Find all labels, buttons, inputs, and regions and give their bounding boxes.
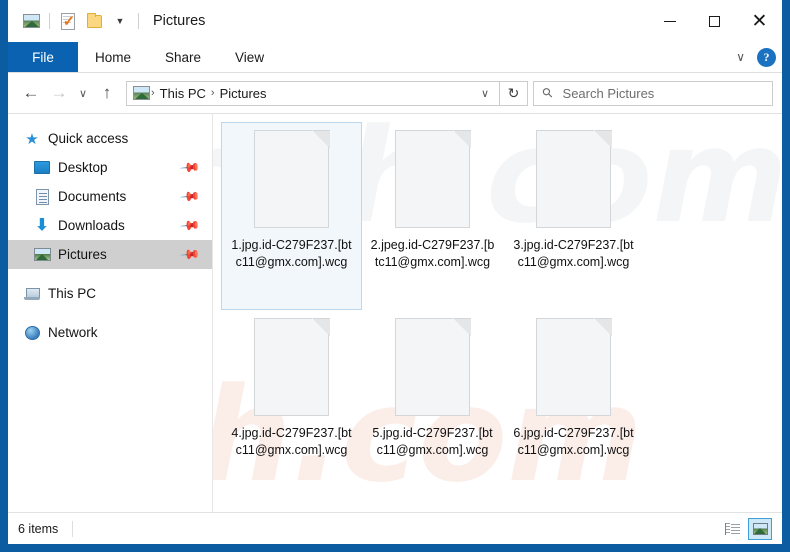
tab-view[interactable]: View <box>218 42 281 72</box>
item-count-label: 6 items <box>18 521 59 536</box>
tab-share[interactable]: Share <box>148 42 218 72</box>
pin-icon-documents[interactable]: 📌 <box>179 185 201 208</box>
up-button[interactable]: ↑ <box>93 79 121 107</box>
maximize-button[interactable] <box>692 0 737 42</box>
new-folder-icon[interactable] <box>81 8 107 34</box>
sidebar-label-quick-access: Quick access <box>48 131 129 146</box>
help-icon[interactable]: ? <box>757 47 776 67</box>
close-button[interactable]: ✕ <box>737 0 782 42</box>
customize-caret-icon[interactable]: ▼ <box>107 8 133 34</box>
pin-icon-pictures[interactable]: 📌 <box>179 243 201 266</box>
sidebar-item-desktop[interactable]: Desktop 📌 <box>8 153 212 182</box>
sidebar-item-quick-access[interactable]: ★ Quick access <box>8 124 212 153</box>
file-name-5: 5.jpg.id-C279F237.[btc11@gmx.com].wcg <box>372 426 493 457</box>
recent-locations-icon[interactable]: ∨ <box>73 79 93 107</box>
file-item-1[interactable]: 1.jpg.id-C279F237.[btc11@gmx.com].wcg <box>221 122 362 310</box>
tab-home[interactable]: Home <box>78 42 148 72</box>
tab-file[interactable]: File <box>8 42 78 72</box>
sidebar-item-downloads[interactable]: ⬇ Downloads 📌 <box>8 211 212 240</box>
search-input[interactable]: Search Pictures <box>563 86 655 101</box>
search-box[interactable]: ⚲ Search Pictures <box>533 80 773 106</box>
file-name-3: 3.jpg.id-C279F237.[btc11@gmx.com].wcg <box>513 238 634 269</box>
file-grid: 1.jpg.id-C279F237.[btc11@gmx.com].wcg 2.… <box>221 122 782 498</box>
network-icon <box>22 325 42 340</box>
pin-icon-desktop[interactable]: 📌 <box>179 156 201 179</box>
file-icon <box>536 130 612 228</box>
search-icon: ⚲ <box>538 83 557 102</box>
title-bar: ▼ Pictures ✕ <box>8 0 782 42</box>
status-bar: 6 items <box>8 512 782 544</box>
quick-access-toolbar: ▼ Pictures <box>8 8 205 34</box>
forward-button[interactable]: → <box>45 79 73 107</box>
sidebar-label-desktop: Desktop <box>58 160 108 175</box>
file-item-4[interactable]: 4.jpg.id-C279F237.[btc11@gmx.com].wcg <box>221 310 362 498</box>
file-item-5[interactable]: 5.jpg.id-C279F237.[btc11@gmx.com].wcg <box>362 310 503 498</box>
file-item-6[interactable]: 6.jpg.id-C279F237.[btc11@gmx.com].wcg <box>503 310 644 498</box>
sidebar-label-this-pc: This PC <box>48 286 97 301</box>
sidebar-label-network: Network <box>48 325 98 340</box>
file-list-pane[interactable]: 1.jpg.id-C279F237.[btc11@gmx.com].wcg 2.… <box>213 114 782 512</box>
address-bar-row: ← → ∨ ↑ › This PC › Pictures ∨ ↻ ⚲ Searc… <box>8 73 782 113</box>
picture-properties-icon[interactable] <box>18 8 44 34</box>
file-name-6: 6.jpg.id-C279F237.[btc11@gmx.com].wcg <box>513 426 634 457</box>
sidebar-label-downloads: Downloads <box>58 218 125 233</box>
sidebar-item-network[interactable]: Network <box>8 318 212 347</box>
downloads-icon: ⬇ <box>35 216 49 234</box>
breadcrumb-pictures-icon[interactable] <box>133 86 150 100</box>
details-view-button[interactable] <box>720 518 744 540</box>
star-icon: ★ <box>25 130 39 148</box>
pictures-icon <box>32 248 52 261</box>
explorer-body: rish.com rish.com ★ Quick access Desktop… <box>8 100 782 512</box>
file-explorer-window: ▼ Pictures ✕ File Home Share View ∨ ? ← … <box>8 0 782 544</box>
sidebar-label-documents: Documents <box>58 189 127 204</box>
address-bar[interactable]: › This PC › Pictures ∨ <box>126 80 500 106</box>
window-controls: ✕ <box>647 0 782 42</box>
address-dropdown-icon[interactable]: ∨ <box>473 87 497 100</box>
breadcrumb: › This PC › Pictures <box>133 86 473 101</box>
properties-icon[interactable] <box>55 8 81 34</box>
file-item-2[interactable]: 2.jpeg.id-C279F237.[btc11@gmx.com].wcg <box>362 122 503 310</box>
sidebar-label-pictures: Pictures <box>58 247 107 262</box>
file-icon <box>254 130 330 228</box>
ribbon-tabs: File Home Share View ∨ ? <box>8 42 782 72</box>
file-name-2: 2.jpeg.id-C279F237.[btc11@gmx.com].wcg <box>370 238 495 269</box>
sidebar-item-this-pc[interactable]: This PC <box>8 279 212 308</box>
chevron-down-icon[interactable]: ∨ <box>730 50 751 64</box>
window-title: Pictures <box>153 13 206 29</box>
breadcrumb-this-pc[interactable]: This PC <box>156 86 210 101</box>
navigation-pane: ★ Quick access Desktop 📌 Documents 📌 ⬇ D… <box>8 114 213 512</box>
toolbar-divider <box>49 13 50 29</box>
desktop-icon <box>32 161 52 174</box>
file-icon <box>395 130 471 228</box>
sidebar-item-documents[interactable]: Documents 📌 <box>8 182 212 211</box>
toolbar-divider-2 <box>138 13 139 29</box>
large-icons-view-button[interactable] <box>748 517 772 540</box>
ribbon-right-controls: ∨ ? <box>730 42 776 72</box>
minimize-button[interactable] <box>647 0 692 42</box>
pin-icon-downloads[interactable]: 📌 <box>179 214 201 237</box>
refresh-button[interactable]: ↻ <box>500 80 528 106</box>
file-icon <box>254 318 330 416</box>
view-mode-buttons <box>720 517 772 540</box>
status-divider <box>72 520 74 537</box>
back-button[interactable]: ← <box>17 79 45 107</box>
file-name-4: 4.jpg.id-C279F237.[btc11@gmx.com].wcg <box>231 426 352 457</box>
file-item-3[interactable]: 3.jpg.id-C279F237.[btc11@gmx.com].wcg <box>503 122 644 310</box>
this-pc-icon <box>22 287 42 300</box>
sidebar-item-pictures[interactable]: Pictures 📌 <box>8 240 212 269</box>
file-icon <box>395 318 471 416</box>
documents-icon <box>32 188 52 205</box>
file-icon <box>536 318 612 416</box>
breadcrumb-pictures[interactable]: Pictures <box>216 86 271 101</box>
file-name-1: 1.jpg.id-C279F237.[btc11@gmx.com].wcg <box>231 238 352 269</box>
